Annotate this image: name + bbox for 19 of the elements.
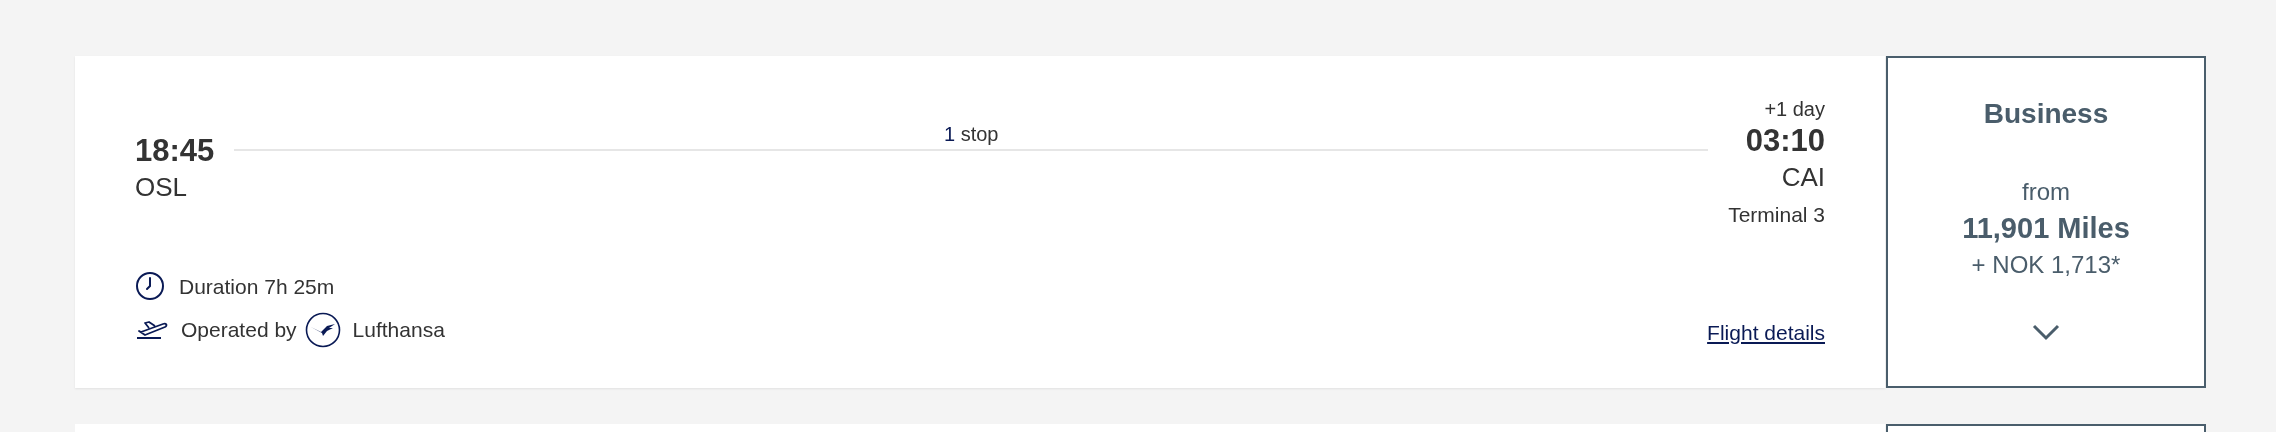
miles-price: 11,901 Miles <box>1962 211 2130 246</box>
departure-airport: OSL <box>135 171 189 204</box>
stops-label: 1 stop <box>943 122 999 146</box>
flight-details-link[interactable]: Flight details <box>1707 316 1825 348</box>
from-label: from <box>2022 177 2070 207</box>
departure-time: 18:45 <box>135 132 215 170</box>
clock-icon <box>135 271 165 302</box>
plane-takeoff-icon <box>135 319 169 341</box>
cabin-class: Business <box>1983 97 2109 131</box>
day-offset: +1 day <box>1764 97 1825 122</box>
business-fare-button[interactable]: Business from 11,901 Miles + NOK 1,713* <box>1886 56 2206 388</box>
cash-price: + NOK 1,713* <box>1971 250 2121 280</box>
arrival-airport: CAI <box>1781 161 1825 194</box>
arrival-terminal: Terminal 3 <box>1728 202 1825 228</box>
airline-name: Lufthansa <box>352 317 445 344</box>
arrival-time: 03:10 <box>1745 122 1825 160</box>
duration-text: Duration 7h 25m <box>179 273 335 300</box>
crane-logo-icon <box>304 312 341 348</box>
operated-by-label: Operated by <box>181 317 297 344</box>
